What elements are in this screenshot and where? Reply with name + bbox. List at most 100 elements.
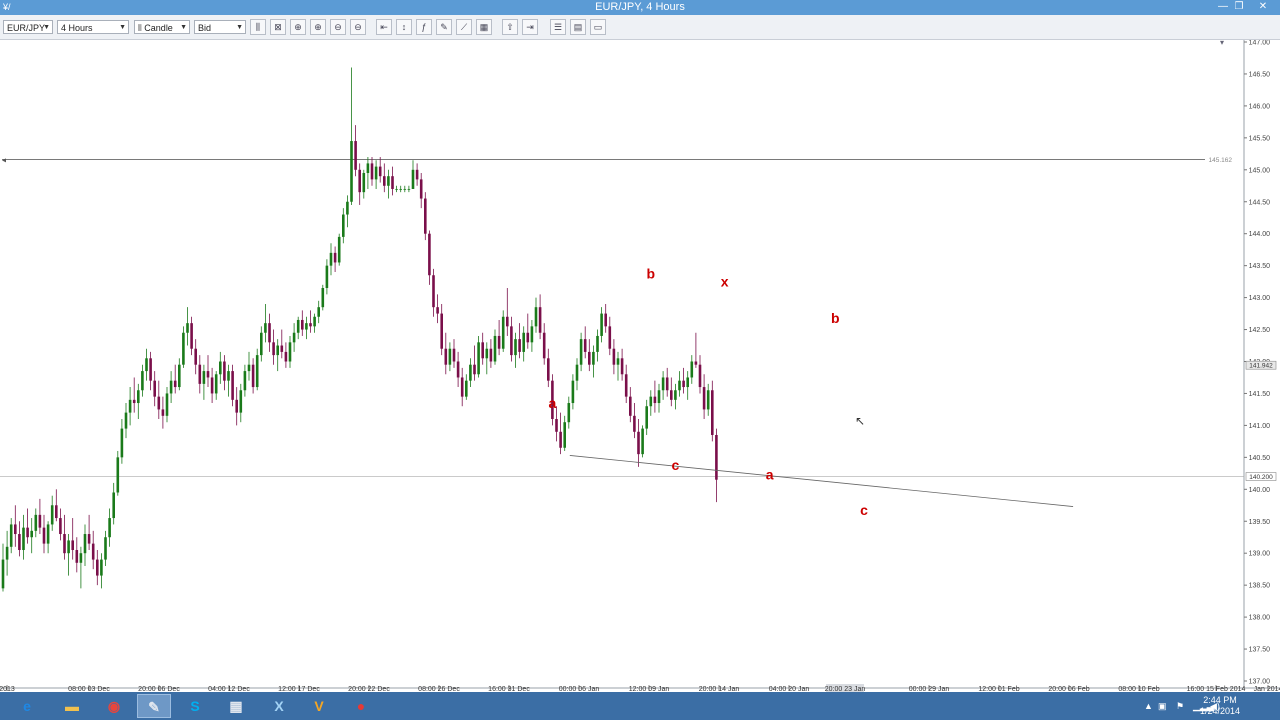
candle-body: [567, 403, 571, 423]
candle-body: [370, 163, 374, 180]
candle-body: [55, 505, 58, 519]
candle-body: [243, 371, 247, 391]
candle-body: [268, 323, 271, 343]
candle-body: [436, 307, 439, 314]
candle-body: [473, 364, 476, 375]
network-icon[interactable]: ▣: [1158, 692, 1167, 720]
system-clock[interactable]: 2:44 PM 1/24/2014: [1200, 695, 1240, 717]
candle-body: [309, 323, 312, 327]
candle-body: [387, 176, 390, 186]
candle-body: [670, 390, 673, 400]
close-icon[interactable]: ✕: [1250, 0, 1276, 15]
lock-icon[interactable]: ⊠: [270, 19, 286, 35]
zoom-out-icon[interactable]: ⊖: [330, 19, 346, 35]
candle-body: [575, 364, 579, 381]
flag-icon[interactable]: ⚑: [1176, 692, 1184, 720]
candle-body: [1, 559, 5, 589]
offer-side-select[interactable]: Bid ▼: [194, 20, 246, 34]
candle-body: [665, 377, 669, 391]
period-select[interactable]: 4 Hours ▼: [57, 20, 129, 34]
candle-body: [46, 524, 50, 544]
instrument-select[interactable]: EUR/JPY ▼: [3, 20, 53, 34]
candle-body: [711, 390, 714, 435]
price-tick-label: 141.50: [1249, 391, 1271, 398]
candle-body: [333, 252, 337, 263]
candle-body: [366, 163, 370, 173]
candle-body: [629, 396, 632, 416]
minimize-icon[interactable]: —: [1216, 0, 1230, 15]
candle-body: [690, 361, 694, 378]
candle-body: [706, 390, 710, 410]
candle-body: [325, 265, 329, 289]
candle-body: [460, 377, 464, 397]
candle-body: [227, 371, 230, 381]
candle-body: [469, 364, 472, 381]
candle-body: [104, 537, 107, 560]
candle-body: [616, 358, 620, 365]
shapes-icon[interactable]: ⟋: [456, 19, 472, 35]
candle-body: [571, 380, 575, 404]
candle-body: [153, 380, 156, 397]
v-app-icon[interactable]: V: [302, 694, 336, 718]
skype-icon[interactable]: S: [178, 694, 212, 718]
candle-body: [165, 393, 169, 416]
calculator-icon[interactable]: ▦: [476, 19, 492, 35]
candle-body: [329, 252, 333, 266]
price-tick-label: 143.50: [1249, 263, 1271, 270]
cursor-icon[interactable]: ↕: [396, 19, 412, 35]
candle-body: [452, 348, 456, 362]
scroll-left-icon[interactable]: ⇤: [376, 19, 392, 35]
internet-explorer-icon[interactable]: e: [10, 694, 44, 718]
candle-body: [633, 415, 636, 432]
template-icon[interactable]: ☰: [550, 19, 566, 35]
x-app-icon[interactable]: X: [262, 694, 296, 718]
candle-body: [276, 345, 279, 356]
candle-body: [485, 348, 489, 359]
start-edge: [0, 692, 10, 720]
draw-icon[interactable]: ✎: [436, 19, 452, 35]
candle-body: [518, 339, 521, 352]
candle-body: [30, 530, 33, 538]
candle-body: [596, 335, 599, 352]
candle-body: [456, 361, 460, 378]
candle-body: [350, 141, 353, 202]
candle-body: [583, 339, 587, 352]
candle-body: [79, 553, 83, 563]
candle-body: [292, 332, 296, 343]
layout-icon[interactable]: ▭: [590, 19, 606, 35]
chart-type-select[interactable]: ⫴ Candle ▼: [134, 20, 190, 34]
chrome-icon[interactable]: ◉: [97, 694, 131, 718]
fx-indicator-icon[interactable]: ƒ: [416, 19, 432, 35]
restore-icon[interactable]: ❐: [1232, 0, 1246, 15]
zoom-out-icon[interactable]: ⊖: [350, 19, 366, 35]
candle-settings-icon[interactable]: ⫼: [250, 19, 266, 35]
horizontal-line-label: 145.162: [1209, 157, 1233, 164]
candle-body: [137, 390, 140, 404]
candle-body: [346, 201, 349, 215]
arrow-icon[interactable]: ⇥: [522, 19, 538, 35]
grid-icon[interactable]: ▤: [570, 19, 586, 35]
price-tick-label: 143.00: [1249, 295, 1271, 302]
candle-body: [678, 380, 681, 391]
price-chart[interactable]: ▾ 147.00 146.50 146.00 145.50 145.00 144.50 144…: [0, 38, 1280, 693]
file-explorer-icon[interactable]: ▬: [55, 694, 89, 718]
candle-body: [600, 313, 603, 336]
candle-body: [198, 364, 202, 384]
candle-body: [391, 176, 394, 189]
flag-icon[interactable]: ⇧: [502, 19, 518, 35]
tray-chevron-icon[interactable]: ▲: [1144, 692, 1153, 720]
chevron-down-icon: ▼: [119, 24, 126, 31]
candle-body: [63, 534, 66, 554]
trading-platform-icon[interactable]: ✎: [137, 694, 171, 718]
candle-body: [653, 396, 657, 404]
calculator-icon[interactable]: ▦: [219, 694, 253, 718]
zoom-in-icon[interactable]: ⊕: [290, 19, 306, 35]
candle-body: [534, 307, 538, 327]
zoom-in-icon[interactable]: ⊕: [310, 19, 326, 35]
candle-body: [624, 374, 628, 397]
candle-body: [264, 323, 267, 333]
recorder-icon[interactable]: ●: [344, 694, 378, 718]
candle-body: [489, 348, 493, 362]
candle-body: [542, 332, 546, 359]
candle-body: [260, 332, 263, 356]
